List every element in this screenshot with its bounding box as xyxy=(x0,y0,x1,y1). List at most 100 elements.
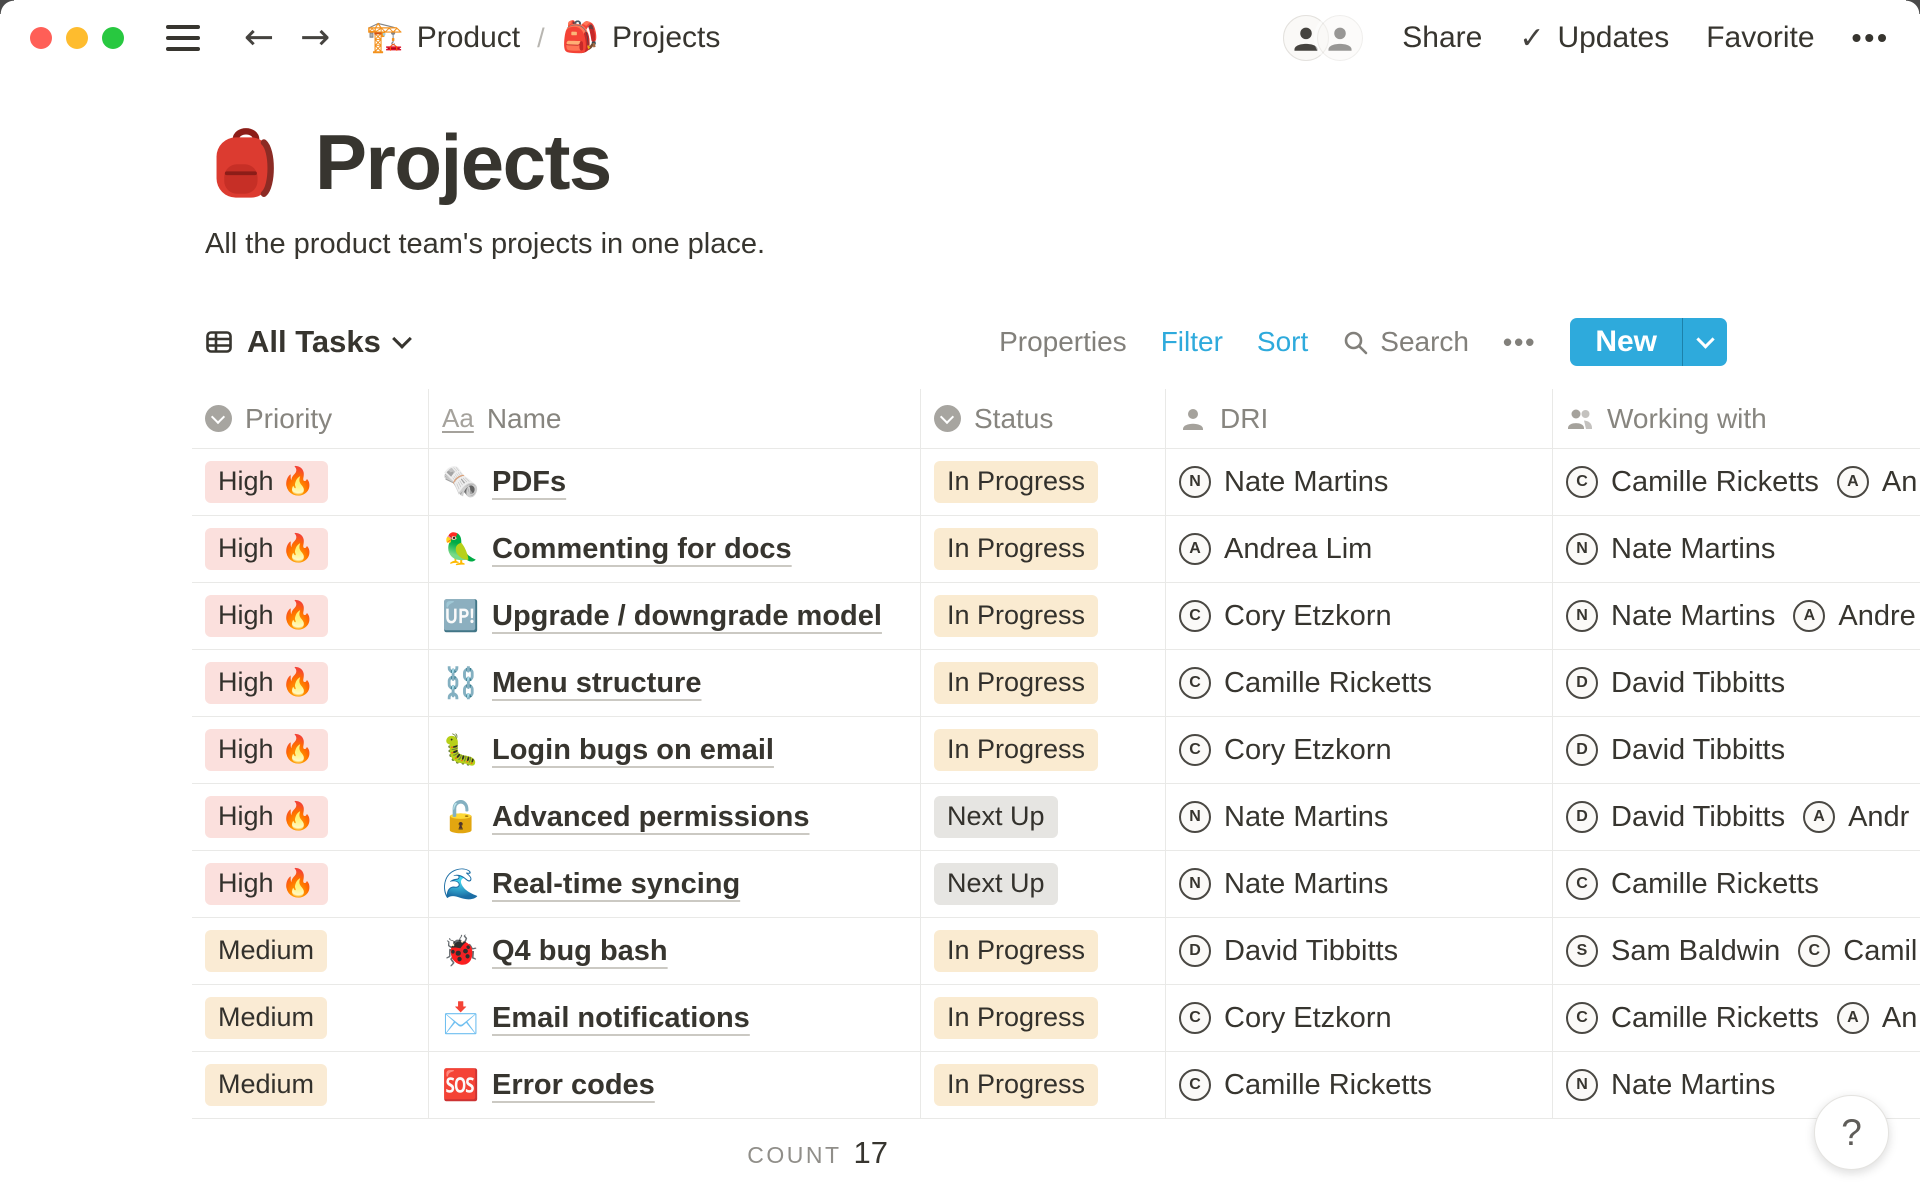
working-with-cell[interactable]: NNate MartinsAAndre xyxy=(1553,583,1920,649)
share-button[interactable]: Share xyxy=(1402,21,1482,55)
updates-button[interactable]: ✓ Updates xyxy=(1519,21,1669,56)
dri-cell[interactable]: AAndrea Lim xyxy=(1166,516,1553,582)
project-page-link[interactable]: Menu structure xyxy=(492,667,701,700)
name-cell[interactable]: 🐞Q4 bug bash xyxy=(429,918,921,984)
working-with-cell[interactable]: DDavid TibbittsAAndr xyxy=(1553,784,1920,850)
name-cell[interactable]: 🦜Commenting for docs xyxy=(429,516,921,582)
priority-cell[interactable]: Medium xyxy=(192,918,429,984)
priority-cell[interactable]: High 🔥 xyxy=(192,516,429,582)
status-cell[interactable]: In Progress xyxy=(921,650,1166,716)
dri-cell[interactable]: NNate Martins xyxy=(1166,449,1553,515)
priority-cell[interactable]: High 🔥 xyxy=(192,784,429,850)
name-cell[interactable]: 🐛Login bugs on email xyxy=(429,717,921,783)
project-page-link[interactable]: Commenting for docs xyxy=(492,533,792,566)
column-header-working[interactable]: Working with xyxy=(1553,389,1920,448)
person-chip: CCory Etzkorn xyxy=(1179,600,1392,633)
dri-cell[interactable]: CCory Etzkorn xyxy=(1166,985,1553,1051)
sidebar-menu-icon[interactable] xyxy=(166,25,200,51)
name-cell[interactable]: 🔓Advanced permissions xyxy=(429,784,921,850)
table-row: High 🔥🌊Real-time syncingNext UpNNate Mar… xyxy=(192,851,1920,918)
project-page-link[interactable]: PDFs xyxy=(492,466,566,499)
status-cell[interactable]: In Progress xyxy=(921,985,1166,1051)
name-cell[interactable]: 🆙Upgrade / downgrade model xyxy=(429,583,921,649)
name-cell[interactable]: 🗞️PDFs xyxy=(429,449,921,515)
name-cell[interactable]: 📩Email notifications xyxy=(429,985,921,1051)
person-name: Nate Martins xyxy=(1224,466,1388,499)
back-arrow-icon[interactable]: ← xyxy=(244,20,274,56)
priority-cell[interactable]: Medium xyxy=(192,1052,429,1118)
status-cell[interactable]: In Progress xyxy=(921,918,1166,984)
person-avatar: N xyxy=(1179,868,1211,900)
status-cell[interactable]: In Progress xyxy=(921,449,1166,515)
dri-cell[interactable]: CCory Etzkorn xyxy=(1166,583,1553,649)
priority-cell[interactable]: Medium xyxy=(192,985,429,1051)
sort-button[interactable]: Sort xyxy=(1257,326,1308,358)
name-cell[interactable]: 🌊Real-time syncing xyxy=(429,851,921,917)
dri-cell[interactable]: DDavid Tibbitts xyxy=(1166,918,1553,984)
person-name: Nate Martins xyxy=(1224,801,1388,834)
new-button-label[interactable]: New xyxy=(1570,318,1682,366)
viewer-avatars[interactable] xyxy=(1283,15,1363,61)
breadcrumb-item-product[interactable]: 🏗️ Product xyxy=(366,21,520,55)
person-name: Camil xyxy=(1843,935,1917,968)
status-cell[interactable]: In Progress xyxy=(921,1052,1166,1118)
minimize-window-button[interactable] xyxy=(66,27,88,49)
person-chip: AAn xyxy=(1837,1002,1917,1035)
priority-cell[interactable]: High 🔥 xyxy=(192,449,429,515)
project-page-link[interactable]: Email notifications xyxy=(492,1002,750,1035)
column-header-dri[interactable]: DRI xyxy=(1166,389,1553,448)
properties-button[interactable]: Properties xyxy=(999,326,1127,358)
working-with-cell[interactable]: CCamille Ricketts xyxy=(1553,851,1920,917)
name-cell[interactable]: ⛓️Menu structure xyxy=(429,650,921,716)
priority-cell[interactable]: High 🔥 xyxy=(192,583,429,649)
project-page-link[interactable]: Error codes xyxy=(492,1069,655,1102)
favorite-button[interactable]: Favorite xyxy=(1706,21,1814,55)
new-dropdown-button[interactable] xyxy=(1683,318,1727,366)
more-options-icon[interactable]: ••• xyxy=(1852,22,1890,54)
dri-cell[interactable]: CCamille Ricketts xyxy=(1166,1052,1553,1118)
project-page-link[interactable]: Q4 bug bash xyxy=(492,935,668,968)
view-more-options-icon[interactable]: ••• xyxy=(1503,327,1536,358)
working-with-cell[interactable]: SSam BaldwinCCamil xyxy=(1553,918,1920,984)
dri-cell[interactable]: NNate Martins xyxy=(1166,784,1553,850)
name-cell[interactable]: 🆘Error codes xyxy=(429,1052,921,1118)
working-with-cell[interactable]: CCamille RickettsAAn xyxy=(1553,985,1920,1051)
working-with-cell[interactable]: DDavid Tibbitts xyxy=(1553,650,1920,716)
person-avatar: A xyxy=(1803,801,1835,833)
project-page-link[interactable]: Login bugs on email xyxy=(492,734,774,767)
filter-button[interactable]: Filter xyxy=(1161,326,1223,358)
dri-cell[interactable]: NNate Martins xyxy=(1166,851,1553,917)
breadcrumb-item-projects[interactable]: 🎒 Projects xyxy=(562,21,721,55)
search-button[interactable]: Search xyxy=(1342,326,1469,358)
forward-arrow-icon[interactable]: → xyxy=(300,20,330,56)
status-cell[interactable]: In Progress xyxy=(921,717,1166,783)
close-window-button[interactable] xyxy=(30,27,52,49)
working-with-cell[interactable]: DDavid Tibbitts xyxy=(1553,717,1920,783)
priority-badge: High 🔥 xyxy=(205,528,328,569)
dri-cell[interactable]: CCamille Ricketts xyxy=(1166,650,1553,716)
status-cell[interactable]: In Progress xyxy=(921,516,1166,582)
status-cell[interactable]: Next Up xyxy=(921,784,1166,850)
backpack-page-icon[interactable] xyxy=(205,122,287,204)
project-page-link[interactable]: Advanced permissions xyxy=(492,801,810,834)
person-chip: NNate Martins xyxy=(1179,466,1388,499)
project-page-link[interactable]: Real-time syncing xyxy=(492,868,740,901)
working-with-cell[interactable]: NNate Martins xyxy=(1553,516,1920,582)
status-cell[interactable]: Next Up xyxy=(921,851,1166,917)
priority-cell[interactable]: High 🔥 xyxy=(192,717,429,783)
help-button[interactable]: ? xyxy=(1814,1095,1889,1170)
status-cell[interactable]: In Progress xyxy=(921,583,1166,649)
priority-cell[interactable]: High 🔥 xyxy=(192,650,429,716)
window-corner xyxy=(1906,0,1920,14)
new-button[interactable]: New xyxy=(1570,318,1727,366)
column-header-status[interactable]: Status xyxy=(921,389,1166,448)
column-header-priority[interactable]: Priority xyxy=(192,389,429,448)
working-with-cell[interactable]: CCamille RickettsAAn xyxy=(1553,449,1920,515)
zoom-window-button[interactable] xyxy=(102,27,124,49)
dri-cell[interactable]: CCory Etzkorn xyxy=(1166,717,1553,783)
person-name: Nate Martins xyxy=(1611,1069,1775,1102)
project-page-link[interactable]: Upgrade / downgrade model xyxy=(492,600,882,633)
priority-cell[interactable]: High 🔥 xyxy=(192,851,429,917)
column-header-name[interactable]: AaName xyxy=(429,389,921,448)
view-switcher[interactable]: All Tasks xyxy=(192,324,409,360)
